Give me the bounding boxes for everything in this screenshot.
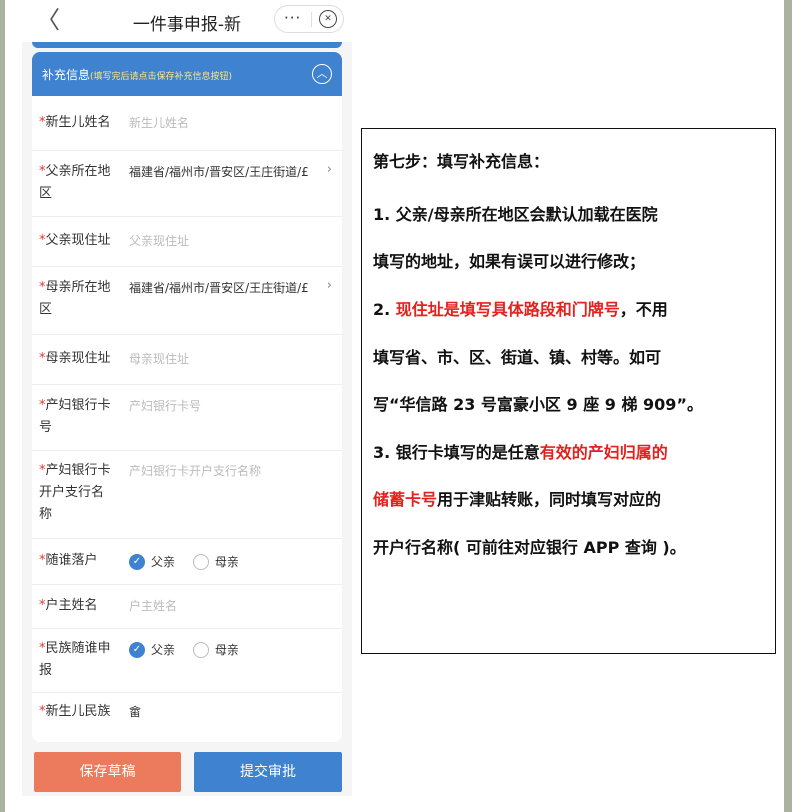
field-label: *父亲现住址 — [39, 230, 115, 252]
save-draft-button[interactable]: 保存草稿 — [34, 752, 181, 792]
field-label: *产妇银行卡开户支行名称 — [39, 460, 115, 526]
mini-program-screen: 〈 一件事申报-新 ··· ✕ 补充信息(填写完后请点击保存补充信息按钮) ︿ … — [22, 0, 352, 796]
field-label: *母亲所在地区 — [39, 277, 115, 321]
field-label: *父亲所在地区 — [39, 161, 115, 205]
field-label: *随谁落户 — [39, 550, 115, 572]
newborn-name-input[interactable]: 新生儿姓名 — [129, 112, 189, 134]
label-text: 父亲现住址 — [45, 233, 111, 248]
line-part: 2. — [373, 300, 396, 319]
newborn-ethnicity-select[interactable]: 畲 — [129, 701, 141, 723]
label-text: 随谁落户 — [45, 553, 98, 568]
bank-card-input[interactable]: 产妇银行卡号 — [129, 395, 201, 417]
label-text: 产妇银行卡号 — [39, 398, 111, 435]
line-part: ，不用 — [619, 300, 668, 319]
left-border — [0, 0, 5, 812]
submit-button[interactable]: 提交审批 — [194, 752, 342, 792]
row-bank-branch[interactable]: *产妇银行卡开户支行名称 产妇银行卡开户支行名称 — [32, 450, 342, 539]
instruction-line: 写“华信路 23 号富豪小区 9 座 9 梯 909”。 — [373, 395, 703, 414]
field-label: *产妇银行卡号 — [39, 395, 115, 439]
field-label: *新生儿民族 — [39, 701, 115, 723]
field-label: *母亲现住址 — [39, 348, 115, 370]
highlight-text: 有效的产妇归属的 — [539, 443, 668, 462]
highlight-text: 储蓄卡号 — [373, 490, 438, 509]
radio-label[interactable]: 父亲 — [151, 639, 175, 661]
radio-label[interactable]: 母亲 — [215, 639, 239, 661]
row-father-region[interactable]: *父亲所在地区 福建省/福州市/晋安区/王庄街道/£ › — [32, 150, 342, 217]
step-title: 第七步：填写补充信息： — [373, 152, 550, 171]
row-bank-card[interactable]: *产妇银行卡号 产妇银行卡号 — [32, 384, 342, 451]
row-father-address[interactable]: *父亲现住址 父亲现住址 — [32, 216, 342, 267]
row-mother-region[interactable]: *母亲所在地区 福建省/福州市/晋安区/王庄街道/£ › — [32, 266, 342, 335]
radio-label[interactable]: 父亲 — [151, 551, 175, 573]
instruction-line: 储蓄卡号用于津贴转账，同时填写对应的 — [373, 489, 661, 511]
radio-father-checked[interactable]: ✓ — [129, 553, 145, 570]
field-label: *新生儿姓名 — [39, 112, 115, 134]
highlight-text: 现住址是填写具体路段和门牌号 — [395, 300, 620, 319]
chevron-right-icon: › — [326, 278, 332, 293]
label-text: 母亲现住址 — [45, 351, 111, 366]
instruction-line: 开户行名称( 可前往对应银行 APP 查询 )。 — [373, 538, 686, 557]
householder-name-input[interactable]: 户主姓名 — [129, 595, 177, 617]
father-address-input[interactable]: 父亲现住址 — [129, 230, 189, 252]
row-householder-name[interactable]: *户主姓名 户主姓名 — [32, 584, 342, 629]
section-title: 补充信息(填写完后请点击保存补充信息按钮) — [42, 66, 232, 83]
household-follow-radios: ✓ 父亲 母亲 — [129, 550, 253, 573]
row-household-follow: *随谁落户 ✓ 父亲 母亲 — [32, 538, 342, 585]
radio-mother[interactable] — [192, 641, 209, 658]
field-label: *民族随谁申报 — [39, 638, 115, 682]
supplementary-info-section: 补充信息(填写完后请点击保存补充信息按钮) ︿ *新生儿姓名 新生儿姓名 *父亲… — [32, 52, 342, 742]
more-icon[interactable]: ··· — [284, 9, 301, 27]
mother-address-input[interactable]: 母亲现住址 — [129, 348, 189, 370]
previous-section-edge — [32, 42, 342, 48]
capsule-divider — [311, 12, 312, 27]
row-ethnicity-follow: *民族随谁申报 ✓ 父亲 母亲 — [32, 628, 342, 693]
bank-branch-input[interactable]: 产妇银行卡开户支行名称 — [129, 460, 261, 482]
section-hint: (填写完后请点击保存补充信息按钮) — [90, 72, 233, 82]
line-part: 用于津贴转账，同时填写对应的 — [437, 490, 662, 509]
label-text: 户主姓名 — [45, 598, 98, 613]
field-label: *户主姓名 — [39, 595, 115, 617]
row-mother-address[interactable]: *母亲现住址 母亲现住址 — [32, 334, 342, 385]
row-newborn-name[interactable]: *新生儿姓名 新生儿姓名 — [32, 96, 342, 151]
collapse-icon[interactable]: ︿ — [312, 64, 332, 84]
chevron-right-icon: › — [326, 162, 332, 177]
line-part: 3. 银行卡填写的是任意 — [373, 443, 540, 462]
mother-region-select[interactable]: 福建省/福州市/晋安区/王庄街道/£ — [129, 277, 309, 299]
instruction-line: 3. 银行卡填写的是任意有效的产妇归属的 — [373, 442, 668, 464]
label-text: 母亲所在地区 — [39, 280, 111, 317]
row-newborn-ethnicity[interactable]: *新生儿民族 畲 — [32, 692, 342, 742]
title-bar: 〈 一件事申报-新 ··· ✕ — [22, 0, 352, 42]
menu-capsule: ··· ✕ — [274, 5, 344, 33]
right-border — [784, 0, 792, 812]
section-header[interactable]: 补充信息(填写完后请点击保存补充信息按钮) ︿ — [32, 52, 342, 96]
radio-mother[interactable] — [192, 553, 209, 570]
label-text: 父亲所在地区 — [39, 164, 111, 201]
father-region-select[interactable]: 福建省/福州市/晋安区/王庄街道/£ — [129, 161, 309, 183]
instruction-line: 2. 现住址是填写具体路段和门牌号，不用 — [373, 299, 668, 321]
label-text: 产妇银行卡开户支行名称 — [39, 463, 111, 522]
instruction-box: 第七步：填写补充信息： 1. 父亲/母亲所在地区会默认加载在医院 填写的地址，如… — [361, 128, 776, 654]
label-text: 民族随谁申报 — [39, 641, 111, 678]
radio-label[interactable]: 母亲 — [215, 551, 239, 573]
label-text: 新生儿民族 — [45, 704, 111, 719]
section-title-text: 补充信息 — [42, 68, 91, 82]
close-icon[interactable]: ✕ — [319, 10, 337, 28]
ethnicity-follow-radios: ✓ 父亲 母亲 — [129, 638, 253, 661]
instruction-line: 填写省、市、区、街道、镇、村等。如可 — [373, 348, 662, 367]
instruction-line: 填写的地址，如果有误可以进行修改； — [373, 252, 646, 271]
label-text: 新生儿姓名 — [45, 115, 111, 130]
radio-father-checked[interactable]: ✓ — [129, 641, 145, 658]
instruction-line: 1. 父亲/母亲所在地区会默认加载在医院 — [373, 205, 658, 224]
